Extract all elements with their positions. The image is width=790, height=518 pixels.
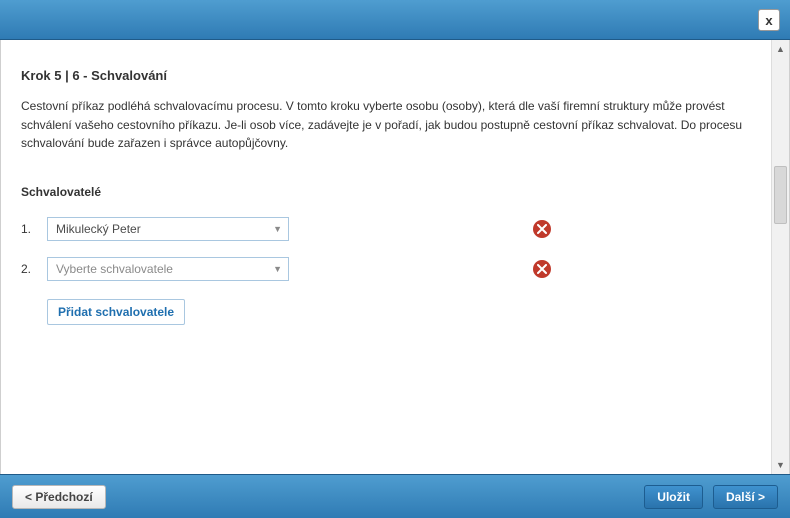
previous-button[interactable]: < Předchozí [12, 485, 106, 509]
remove-approver-button[interactable] [533, 220, 551, 238]
scrollbar-thumb[interactable] [774, 166, 787, 224]
approver-select-value: Mikulecký Peter [56, 222, 141, 236]
approver-select[interactable]: Vyberte schvalovatele ▼ [47, 257, 289, 281]
remove-icon [533, 220, 551, 238]
approver-row: 2. Vyberte schvalovatele ▼ [21, 257, 751, 281]
dialog-header: x [0, 0, 790, 40]
row-number: 2. [21, 262, 47, 276]
next-button[interactable]: Další > [713, 485, 778, 509]
vertical-scrollbar[interactable]: ▲ ▼ [771, 40, 789, 474]
dialog-window: x Krok 5 | 6 - Schvalování Cestovní přík… [0, 0, 790, 518]
approver-row: 1. Mikulecký Peter ▼ [21, 217, 751, 241]
scrollbar-track[interactable] [772, 58, 789, 456]
dialog-body-wrap: Krok 5 | 6 - Schvalování Cestovní příkaz… [0, 40, 790, 474]
chevron-down-icon: ▼ [273, 224, 282, 234]
scroll-up-arrow-icon[interactable]: ▲ [772, 40, 790, 58]
remove-icon [533, 260, 551, 278]
remove-approver-button[interactable] [533, 260, 551, 278]
close-button[interactable]: x [758, 9, 780, 31]
section-title-approvers: Schvalovatelé [21, 185, 751, 199]
dialog-body: Krok 5 | 6 - Schvalování Cestovní příkaz… [1, 40, 771, 474]
close-icon: x [765, 13, 772, 28]
step-title: Krok 5 | 6 - Schvalování [21, 68, 751, 83]
chevron-down-icon: ▼ [273, 264, 282, 274]
scroll-down-arrow-icon[interactable]: ▼ [772, 456, 790, 474]
save-button[interactable]: Uložit [644, 485, 703, 509]
add-approver-button[interactable]: Přidat schvalovatele [47, 299, 185, 325]
dialog-footer: < Předchozí Uložit Další > [0, 474, 790, 518]
approver-select-value: Vyberte schvalovatele [56, 262, 173, 276]
row-number: 1. [21, 222, 47, 236]
approver-select[interactable]: Mikulecký Peter ▼ [47, 217, 289, 241]
step-description: Cestovní příkaz podléhá schvalovacímu pr… [21, 97, 751, 153]
